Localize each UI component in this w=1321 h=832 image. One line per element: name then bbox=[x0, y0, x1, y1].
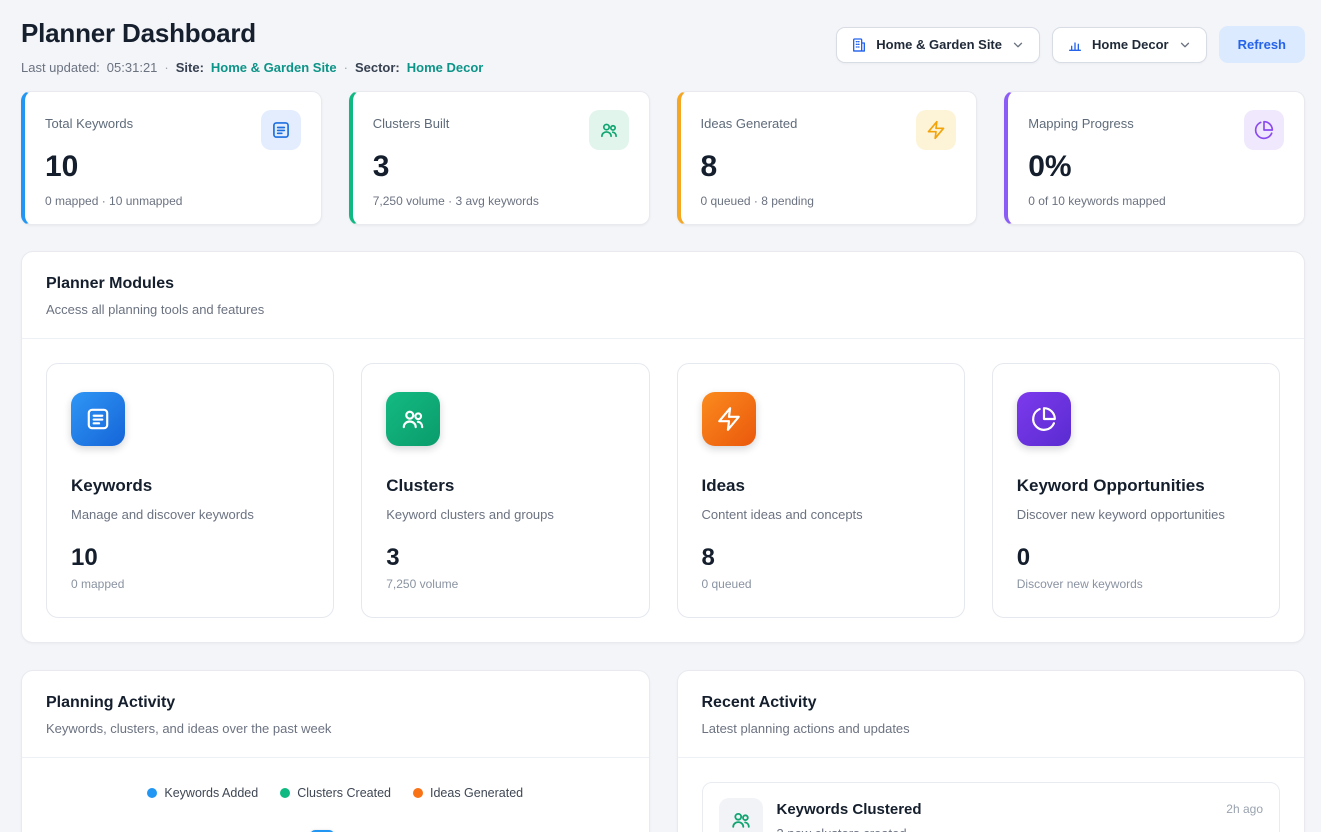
sector-label: Sector: bbox=[355, 60, 400, 75]
stat-card-total-keywords: Total Keywords 10 0 mapped · 10 unmapped bbox=[21, 91, 322, 225]
module-description: Discover new keyword opportunities bbox=[1017, 507, 1255, 522]
stat-detail: 7,250 volume · 3 avg keywords bbox=[373, 194, 629, 208]
stat-card-mapping-progress: Mapping Progress 0% 0 of 10 keywords map… bbox=[1004, 91, 1305, 225]
legend-item-ideas-generated: Ideas Generated bbox=[413, 786, 523, 800]
panel-title: Planning Activity bbox=[46, 694, 625, 712]
legend-label: Keywords Added bbox=[164, 786, 258, 800]
header-left: Planner Dashboard Last updated: 05:31:21… bbox=[21, 18, 483, 75]
legend-item-clusters-created: Clusters Created bbox=[280, 786, 391, 800]
panel-title: Planner Modules bbox=[46, 275, 1280, 293]
module-detail: 0 mapped bbox=[71, 577, 309, 591]
list-icon bbox=[71, 392, 125, 446]
users-icon bbox=[719, 798, 763, 832]
module-title: Keywords bbox=[71, 476, 309, 496]
header-controls: Home & Garden Site Home Decor Refresh bbox=[836, 26, 1305, 63]
module-detail: 0 queued bbox=[702, 577, 940, 591]
legend-dot-blue bbox=[147, 788, 157, 798]
stat-label: Clusters Built bbox=[373, 110, 450, 131]
list-icon bbox=[261, 110, 301, 150]
site-icon bbox=[851, 37, 867, 53]
panel-title: Recent Activity bbox=[702, 694, 1281, 712]
bolt-icon bbox=[702, 392, 756, 446]
bolt-icon bbox=[916, 110, 956, 150]
stat-label: Total Keywords bbox=[45, 110, 133, 131]
sector-selector-dropdown[interactable]: Home Decor bbox=[1052, 27, 1207, 63]
module-title: Ideas bbox=[702, 476, 940, 496]
stat-value: 0% bbox=[1028, 150, 1284, 183]
stat-card-ideas-generated: Ideas Generated 8 0 queued · 8 pending bbox=[677, 91, 978, 225]
activity-description: 3 new clusters created bbox=[777, 826, 922, 832]
legend-item-keywords-added: Keywords Added bbox=[147, 786, 258, 800]
legend-label: Ideas Generated bbox=[430, 786, 523, 800]
last-updated-value: 05:31:21 bbox=[107, 60, 158, 75]
module-value: 0 bbox=[1017, 544, 1255, 572]
panel-subtitle: Access all planning tools and features bbox=[46, 302, 1280, 317]
legend-dot-green bbox=[280, 788, 290, 798]
activity-title: Keywords Clustered bbox=[777, 798, 922, 818]
module-description: Manage and discover keywords bbox=[71, 507, 309, 522]
stat-detail: 0 mapped · 10 unmapped bbox=[45, 194, 301, 208]
planning-activity-panel: Planning Activity Keywords, clusters, an… bbox=[21, 670, 650, 832]
activity-timestamp: 2h ago bbox=[1226, 798, 1263, 816]
stat-card-clusters-built: Clusters Built 3 7,250 volume · 3 avg ke… bbox=[349, 91, 650, 225]
module-card-keyword-opportunities[interactable]: Keyword Opportunities Discover new keywo… bbox=[992, 363, 1280, 618]
site-selector-dropdown[interactable]: Home & Garden Site bbox=[836, 27, 1040, 63]
activity-text: Keywords Clustered 3 new clusters create… bbox=[777, 798, 922, 832]
modules-grid: Keywords Manage and discover keywords 10… bbox=[22, 339, 1304, 642]
activity-chart: 25 25 24 bbox=[22, 818, 649, 832]
stat-value: 3 bbox=[373, 150, 629, 183]
divider bbox=[678, 757, 1305, 758]
module-card-clusters[interactable]: Clusters Keyword clusters and groups 3 7… bbox=[361, 363, 649, 618]
module-description: Keyword clusters and groups bbox=[386, 507, 624, 522]
panel-subtitle: Keywords, clusters, and ideas over the p… bbox=[46, 721, 625, 736]
sector-link[interactable]: Home Decor bbox=[407, 60, 484, 75]
planner-dashboard-page: Planner Dashboard Last updated: 05:31:21… bbox=[0, 0, 1321, 832]
separator: · bbox=[164, 60, 168, 75]
stat-label: Mapping Progress bbox=[1028, 110, 1134, 131]
activity-list-item: Keywords Clustered 3 new clusters create… bbox=[702, 782, 1281, 832]
module-title: Clusters bbox=[386, 476, 624, 496]
stat-value: 10 bbox=[45, 150, 301, 183]
stat-detail: 0 of 10 keywords mapped bbox=[1028, 194, 1284, 208]
module-detail: 7,250 volume bbox=[386, 577, 624, 591]
legend-dot-orange bbox=[413, 788, 423, 798]
stat-detail: 0 queued · 8 pending bbox=[701, 194, 957, 208]
legend-label: Clusters Created bbox=[297, 786, 391, 800]
last-updated-label: Last updated: bbox=[21, 60, 100, 75]
module-card-ideas[interactable]: Ideas Content ideas and concepts 8 0 que… bbox=[677, 363, 965, 618]
chart-legend: Keywords Added Clusters Created Ideas Ge… bbox=[22, 758, 649, 800]
stat-label: Ideas Generated bbox=[701, 110, 798, 131]
stats-row: Total Keywords 10 0 mapped · 10 unmapped… bbox=[21, 91, 1305, 225]
chevron-down-icon bbox=[1011, 38, 1025, 52]
sector-selector-value: Home Decor bbox=[1092, 37, 1169, 52]
module-value: 10 bbox=[71, 544, 309, 572]
site-label: Site: bbox=[176, 60, 204, 75]
pie-chart-icon bbox=[1017, 392, 1071, 446]
chevron-down-icon bbox=[1178, 38, 1192, 52]
page-header: Planner Dashboard Last updated: 05:31:21… bbox=[21, 18, 1305, 75]
module-value: 3 bbox=[386, 544, 624, 572]
site-selector-value: Home & Garden Site bbox=[876, 37, 1002, 52]
users-icon bbox=[589, 110, 629, 150]
bottom-row: Planning Activity Keywords, clusters, an… bbox=[21, 670, 1305, 832]
module-detail: Discover new keywords bbox=[1017, 577, 1255, 591]
module-title: Keyword Opportunities bbox=[1017, 476, 1255, 496]
separator: · bbox=[344, 60, 348, 75]
planner-modules-panel: Planner Modules Access all planning tool… bbox=[21, 251, 1305, 643]
recent-activity-panel: Recent Activity Latest planning actions … bbox=[677, 670, 1306, 832]
module-description: Content ideas and concepts bbox=[702, 507, 940, 522]
pie-chart-icon bbox=[1244, 110, 1284, 150]
module-card-keywords[interactable]: Keywords Manage and discover keywords 10… bbox=[46, 363, 334, 618]
refresh-button[interactable]: Refresh bbox=[1219, 26, 1305, 63]
page-title: Planner Dashboard bbox=[21, 18, 483, 49]
module-value: 8 bbox=[702, 544, 940, 572]
site-link[interactable]: Home & Garden Site bbox=[211, 60, 337, 75]
stat-value: 8 bbox=[701, 150, 957, 183]
bar-chart-icon bbox=[1067, 37, 1083, 53]
users-icon bbox=[386, 392, 440, 446]
header-meta: Last updated: 05:31:21 · Site: Home & Ga… bbox=[21, 60, 483, 75]
panel-subtitle: Latest planning actions and updates bbox=[702, 721, 1281, 736]
